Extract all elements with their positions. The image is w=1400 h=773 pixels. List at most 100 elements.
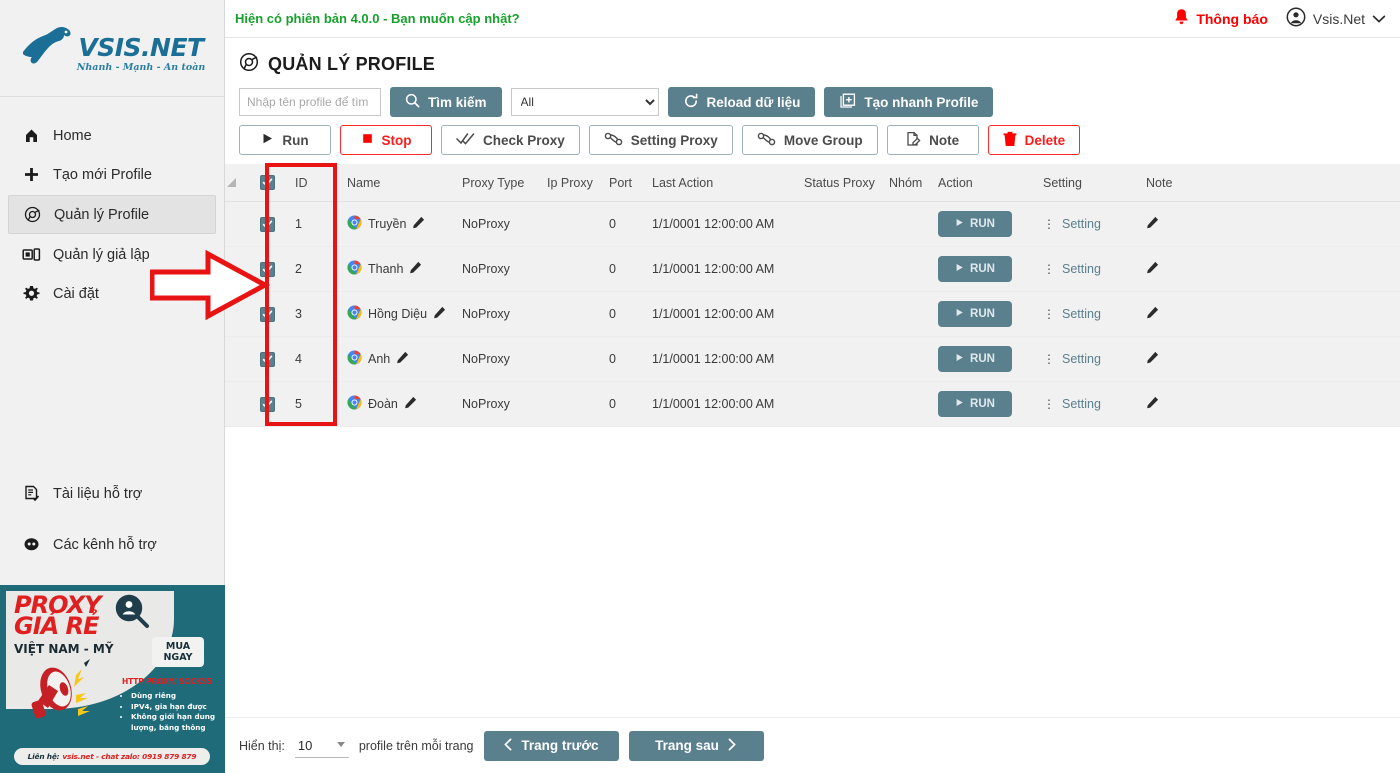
row-setting-button[interactable]: ⋮ Setting — [1043, 352, 1146, 366]
page-size-select[interactable]: 10 — [294, 733, 349, 758]
profile-name: Thanh — [368, 262, 404, 277]
row-run-button[interactable]: RUN — [938, 301, 1012, 328]
next-page-button[interactable]: Trang sau — [628, 730, 764, 761]
banner-contact-footer[interactable]: Liên hệ: vsis.net - chat zalo: 0919 879 … — [14, 748, 210, 765]
edit-note-icon[interactable] — [1146, 262, 1159, 277]
select-all-checkbox[interactable] — [259, 175, 275, 191]
quick-create-button-label: Tạo nhanh Profile — [864, 94, 979, 110]
prev-page-button[interactable]: Trang trước — [483, 730, 619, 761]
edit-note-icon[interactable] — [1146, 217, 1159, 232]
column-header-proxy-type[interactable]: Proxy Type — [462, 164, 547, 203]
cell-ip-proxy — [547, 336, 609, 383]
sidebar-item-channels[interactable]: Các kênh hỗ trợ — [8, 526, 216, 563]
play-icon — [955, 398, 964, 410]
sort-indicator-cell[interactable] — [225, 164, 239, 203]
row-setting-button[interactable]: ⋮ Setting — [1043, 397, 1146, 411]
table-row[interactable]: 4 Anh NoProxy 0 1/1/0001 12:00:00 AM RUN ⋮ Sett… — [225, 336, 1400, 383]
proxy-ad-banner[interactable]: PROXY GIÁ RẺ VIỆT NAM - MỸ MUA NGAY HTTP… — [0, 585, 225, 773]
row-select-cell[interactable] — [239, 201, 295, 248]
column-header-action[interactable]: Action — [938, 164, 1043, 203]
edit-name-icon[interactable] — [396, 351, 409, 367]
cell-setting: ⋮ Setting — [1043, 336, 1146, 383]
column-header-port[interactable]: Port — [609, 164, 652, 203]
row-setting-button[interactable]: ⋮ Setting — [1043, 307, 1146, 321]
sidebar: VSIS.NET Nhanh - Mạnh - An toàn Home Tạo… — [0, 0, 225, 773]
edit-note-icon[interactable] — [1146, 397, 1159, 412]
column-header-ip-proxy[interactable]: Ip Proxy — [547, 164, 609, 203]
delete-button[interactable]: Delete — [987, 125, 1081, 155]
cell-proxy-type: NoProxy — [462, 246, 547, 293]
next-page-label: Trang sau — [655, 738, 719, 753]
sidebar-item-docs[interactable]: Tài liệu hỗ trợ — [8, 475, 216, 512]
move-group-button[interactable]: Move Group — [741, 125, 878, 155]
table-row[interactable]: 1 Truyền NoProxy 0 1/1/0001 12:00:00 AM RUN ⋮ S… — [225, 201, 1400, 248]
banner-contact-label: Liên hệ: — [27, 752, 60, 761]
check-proxy-button[interactable]: Check Proxy — [441, 125, 580, 155]
user-menu[interactable]: Vsis.Net — [1286, 7, 1386, 30]
run-button[interactable]: Run — [239, 125, 331, 155]
sidebar-item-home[interactable]: Home — [8, 117, 216, 154]
quick-create-profile-button[interactable]: Tạo nhanh Profile — [824, 87, 994, 117]
setting-proxy-button[interactable]: Setting Proxy — [588, 125, 733, 155]
profile-name: Hồng Diệu — [368, 307, 428, 322]
row-checkbox[interactable] — [259, 396, 275, 412]
row-select-cell[interactable] — [239, 336, 295, 383]
row-checkbox[interactable] — [259, 216, 275, 232]
edit-note-icon[interactable] — [1146, 307, 1159, 322]
cell-setting: ⋮ Setting — [1043, 246, 1146, 293]
edit-name-icon[interactable] — [409, 261, 422, 277]
row-select-cell[interactable] — [239, 291, 295, 338]
reload-data-button[interactable]: Reload dữ liệu — [667, 87, 816, 117]
profile-name: Đoàn — [368, 397, 398, 412]
sidebar-item-settings[interactable]: Cài đặt — [8, 275, 216, 312]
row-run-button[interactable]: RUN — [938, 346, 1012, 373]
column-header-id[interactable]: ID — [295, 164, 347, 203]
sidebar-item-manage-emulator[interactable]: Quản lý giả lập — [8, 236, 216, 273]
column-header-group[interactable]: Nhóm — [889, 164, 938, 203]
row-run-button[interactable]: RUN — [938, 256, 1012, 283]
version-update-notice[interactable]: Hiện có phiên bản 4.0.0 - Bạn muốn cập n… — [235, 11, 520, 26]
table-row[interactable]: 3 Hồng Diệu NoProxy 0 1/1/0001 12:00:00 AM RU… — [225, 291, 1400, 338]
table-row[interactable]: 5 Đoàn NoProxy 0 1/1/0001 12:00:00 AM RUN ⋮ Set… — [225, 381, 1400, 428]
banner-cta-button[interactable]: MUA NGAY — [152, 637, 204, 667]
column-header-note[interactable]: Note — [1146, 164, 1400, 203]
edit-note-icon[interactable] — [1146, 352, 1159, 367]
sidebar-logo[interactable]: VSIS.NET Nhanh - Mạnh - An toàn — [0, 0, 224, 97]
row-checkbox[interactable] — [259, 306, 275, 322]
table-row[interactable]: 2 Thanh NoProxy 0 1/1/0001 12:00:00 AM RUN ⋮ Se… — [225, 246, 1400, 293]
row-setting-button[interactable]: ⋮ Setting — [1043, 217, 1146, 231]
edit-name-icon[interactable] — [433, 306, 446, 322]
note-button[interactable]: Note — [886, 125, 979, 155]
column-header-setting[interactable]: Setting — [1043, 164, 1146, 203]
sidebar-item-create-profile[interactable]: Tạo mới Profile — [8, 156, 216, 193]
stop-button[interactable]: Stop — [340, 125, 432, 155]
group-filter-select[interactable]: All — [510, 88, 659, 116]
row-setting-button[interactable]: ⋮ Setting — [1043, 262, 1146, 276]
row-run-button[interactable]: RUN — [938, 211, 1012, 238]
row-select-cell[interactable] — [239, 246, 295, 293]
cell-setting: ⋮ Setting — [1043, 201, 1146, 248]
megaphone-icon — [24, 655, 110, 732]
logo-subtitle: Nhanh - Mạnh - An toàn — [76, 62, 206, 73]
edit-name-icon[interactable] — [412, 216, 425, 232]
profiles-table-container: ID Name Proxy Type Ip Proxy Port Last Ac… — [225, 164, 1400, 717]
row-run-button[interactable]: RUN — [938, 391, 1012, 418]
select-all-header[interactable] — [239, 164, 295, 203]
edit-name-icon[interactable] — [404, 396, 417, 412]
row-select-cell[interactable] — [239, 381, 295, 428]
sidebar-item-manage-profile[interactable]: Quản lý Profile — [8, 195, 216, 234]
cell-id: 4 — [295, 336, 347, 383]
column-header-name[interactable]: Name — [347, 164, 462, 203]
search-input[interactable] — [239, 88, 381, 116]
sidebar-item-label: Tạo mới Profile — [53, 166, 152, 183]
row-checkbox[interactable] — [259, 351, 275, 367]
delete-button-label: Delete — [1024, 132, 1066, 148]
row-checkbox[interactable] — [259, 261, 275, 277]
kebab-menu-icon: ⋮ — [1043, 352, 1055, 367]
row-sort-spacer — [225, 201, 239, 248]
play-icon — [955, 218, 964, 230]
column-header-last-action[interactable]: Last Action — [652, 164, 804, 203]
notifications-button[interactable]: Thông báo — [1173, 8, 1268, 29]
search-button[interactable]: Tìm kiếm — [390, 87, 502, 117]
column-header-status-proxy[interactable]: Status Proxy — [804, 164, 889, 203]
